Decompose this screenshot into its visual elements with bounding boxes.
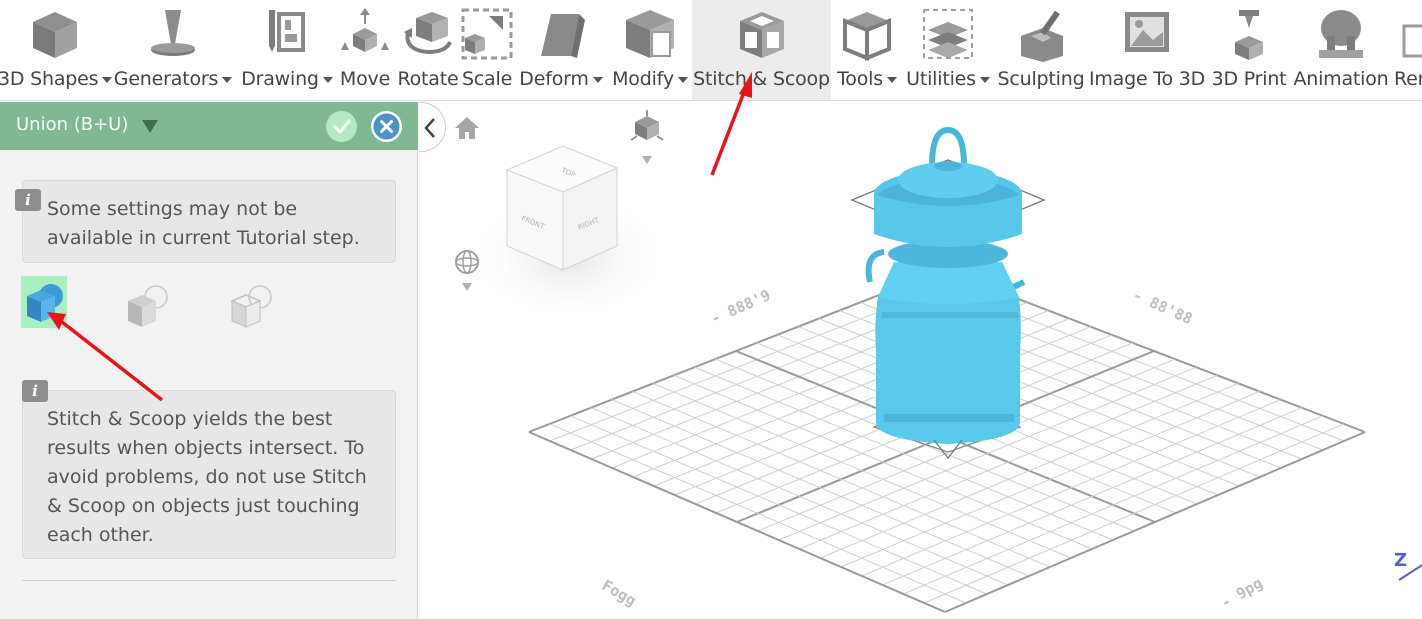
milk-can-model[interactable] xyxy=(844,122,1054,482)
toolbar-label: Modify xyxy=(612,68,674,90)
info-icon: i xyxy=(22,380,48,402)
orbit-icon[interactable] xyxy=(452,249,482,295)
stitch-info-text: Stitch & Scoop yields the best results w… xyxy=(47,408,367,546)
sculpting-icon xyxy=(1021,10,1063,62)
toolbar-label: Rotate xyxy=(397,68,459,90)
toolbar-label: Ren xyxy=(1394,68,1422,90)
toolbar-utilities[interactable]: Utilities xyxy=(902,0,994,100)
tutorial-info-text: Some settings may not be available in cu… xyxy=(47,198,360,249)
toolbar-3d-shapes[interactable]: 3D Shapes xyxy=(0,0,113,100)
render-icon xyxy=(1402,24,1422,58)
axis-indicator xyxy=(1398,564,1422,581)
toolbar-render[interactable]: Ren xyxy=(1392,0,1422,100)
deform-icon xyxy=(541,14,585,58)
intersect-icon xyxy=(230,285,272,328)
toolbar-modify[interactable]: Modify xyxy=(608,0,692,100)
chevron-down-icon xyxy=(322,76,333,83)
stitch-scoop-icon xyxy=(739,12,784,58)
animation-icon xyxy=(1319,10,1363,58)
union-mode-button[interactable] xyxy=(21,276,67,328)
tutorial-info-box: Some settings may not be available in cu… xyxy=(22,180,396,263)
chevron-down-icon xyxy=(677,76,688,83)
divider xyxy=(22,580,396,581)
toolbar-label: Utilities xyxy=(906,68,976,90)
3d-print-icon xyxy=(1235,10,1263,60)
toolbar-move[interactable]: Move xyxy=(336,0,394,100)
toolbar-label: Animation xyxy=(1293,68,1389,90)
chevron-down-icon xyxy=(979,76,990,83)
toolbar-label: Stitch & Scoop xyxy=(693,68,830,90)
scale-icon xyxy=(461,8,513,60)
modify-icon xyxy=(626,10,674,58)
panel-header: Union (B+U) xyxy=(0,102,418,150)
info-icon: i xyxy=(15,189,41,211)
toolbar-tools[interactable]: Tools xyxy=(833,0,901,100)
toolbar-drawing[interactable]: Drawing xyxy=(237,0,337,100)
toolbar-rotate[interactable]: Rotate xyxy=(395,0,461,100)
toolbar-label: Generators xyxy=(113,68,219,90)
toolbar-label: Sculpting xyxy=(997,68,1085,90)
toolbar-label: Move xyxy=(339,68,391,90)
collapse-panel-button[interactable] xyxy=(419,102,446,152)
union-icon xyxy=(27,284,63,322)
chevron-down-icon xyxy=(222,76,233,83)
toolbar-3d-print[interactable]: 3D Print xyxy=(1207,0,1291,100)
confirm-button[interactable] xyxy=(326,111,357,142)
drawing-pencil-icon xyxy=(269,10,305,52)
toolbar-label: Tools xyxy=(837,68,883,90)
toolbar-label: Image To 3D xyxy=(1088,68,1206,90)
toolbar-label: 3D Print xyxy=(1211,68,1287,90)
toolbar-scale[interactable]: Scale xyxy=(460,0,514,100)
utilities-icon xyxy=(923,9,973,59)
toolbar-stitch-scoop[interactable]: Stitch & Scoop xyxy=(692,0,831,100)
rotate-icon xyxy=(404,12,452,55)
image-to-3d-icon xyxy=(1125,12,1169,52)
tools-icon xyxy=(843,12,891,61)
3d-viewport[interactable]: TOP FRONT RIGHT - 888'9 - 88'88 Fogg - 9… xyxy=(419,102,1422,619)
main-toolbar: 3D Shapes Generators Drawing Move Rotate… xyxy=(0,0,1422,101)
chevron-down-icon xyxy=(886,76,897,83)
toolbar-label: Deform xyxy=(519,68,589,90)
toolbar-image-to-3d[interactable]: Image To 3D xyxy=(1088,0,1206,100)
close-icon xyxy=(373,113,400,140)
subtract-icon xyxy=(128,285,168,327)
chevron-down-icon xyxy=(592,76,603,83)
chevron-left-icon xyxy=(424,118,435,138)
operation-dropdown-icon[interactable] xyxy=(142,120,158,133)
toolbar-sculpting[interactable]: Sculpting xyxy=(994,0,1088,100)
operation-title[interactable]: Union (B+U) xyxy=(16,114,128,135)
toolbar-label: Scale xyxy=(461,68,513,90)
home-icon[interactable] xyxy=(453,114,481,142)
toolbar-label: Drawing xyxy=(241,68,319,90)
stitch-info-box: Stitch & Scoop yields the best results w… xyxy=(22,390,396,559)
check-icon xyxy=(333,119,351,134)
intersect-mode-button[interactable] xyxy=(226,283,272,335)
toolbar-deform[interactable]: Deform xyxy=(514,0,608,100)
subtract-mode-button[interactable] xyxy=(122,283,168,335)
cancel-button[interactable] xyxy=(371,111,402,142)
toolbar-animation[interactable]: Animation xyxy=(1291,0,1391,100)
operation-panel: Union (B+U) Some settings may not be ava… xyxy=(0,102,418,619)
toolbar-generators[interactable]: Generators xyxy=(110,0,236,100)
toolbar-label: 3D Shapes xyxy=(0,68,99,90)
cube-icon xyxy=(32,12,77,58)
generator-pin-icon xyxy=(151,10,195,56)
app-window: 3D Shapes Generators Drawing Move Rotate… xyxy=(0,0,1422,619)
move-arrows-icon xyxy=(341,8,389,52)
